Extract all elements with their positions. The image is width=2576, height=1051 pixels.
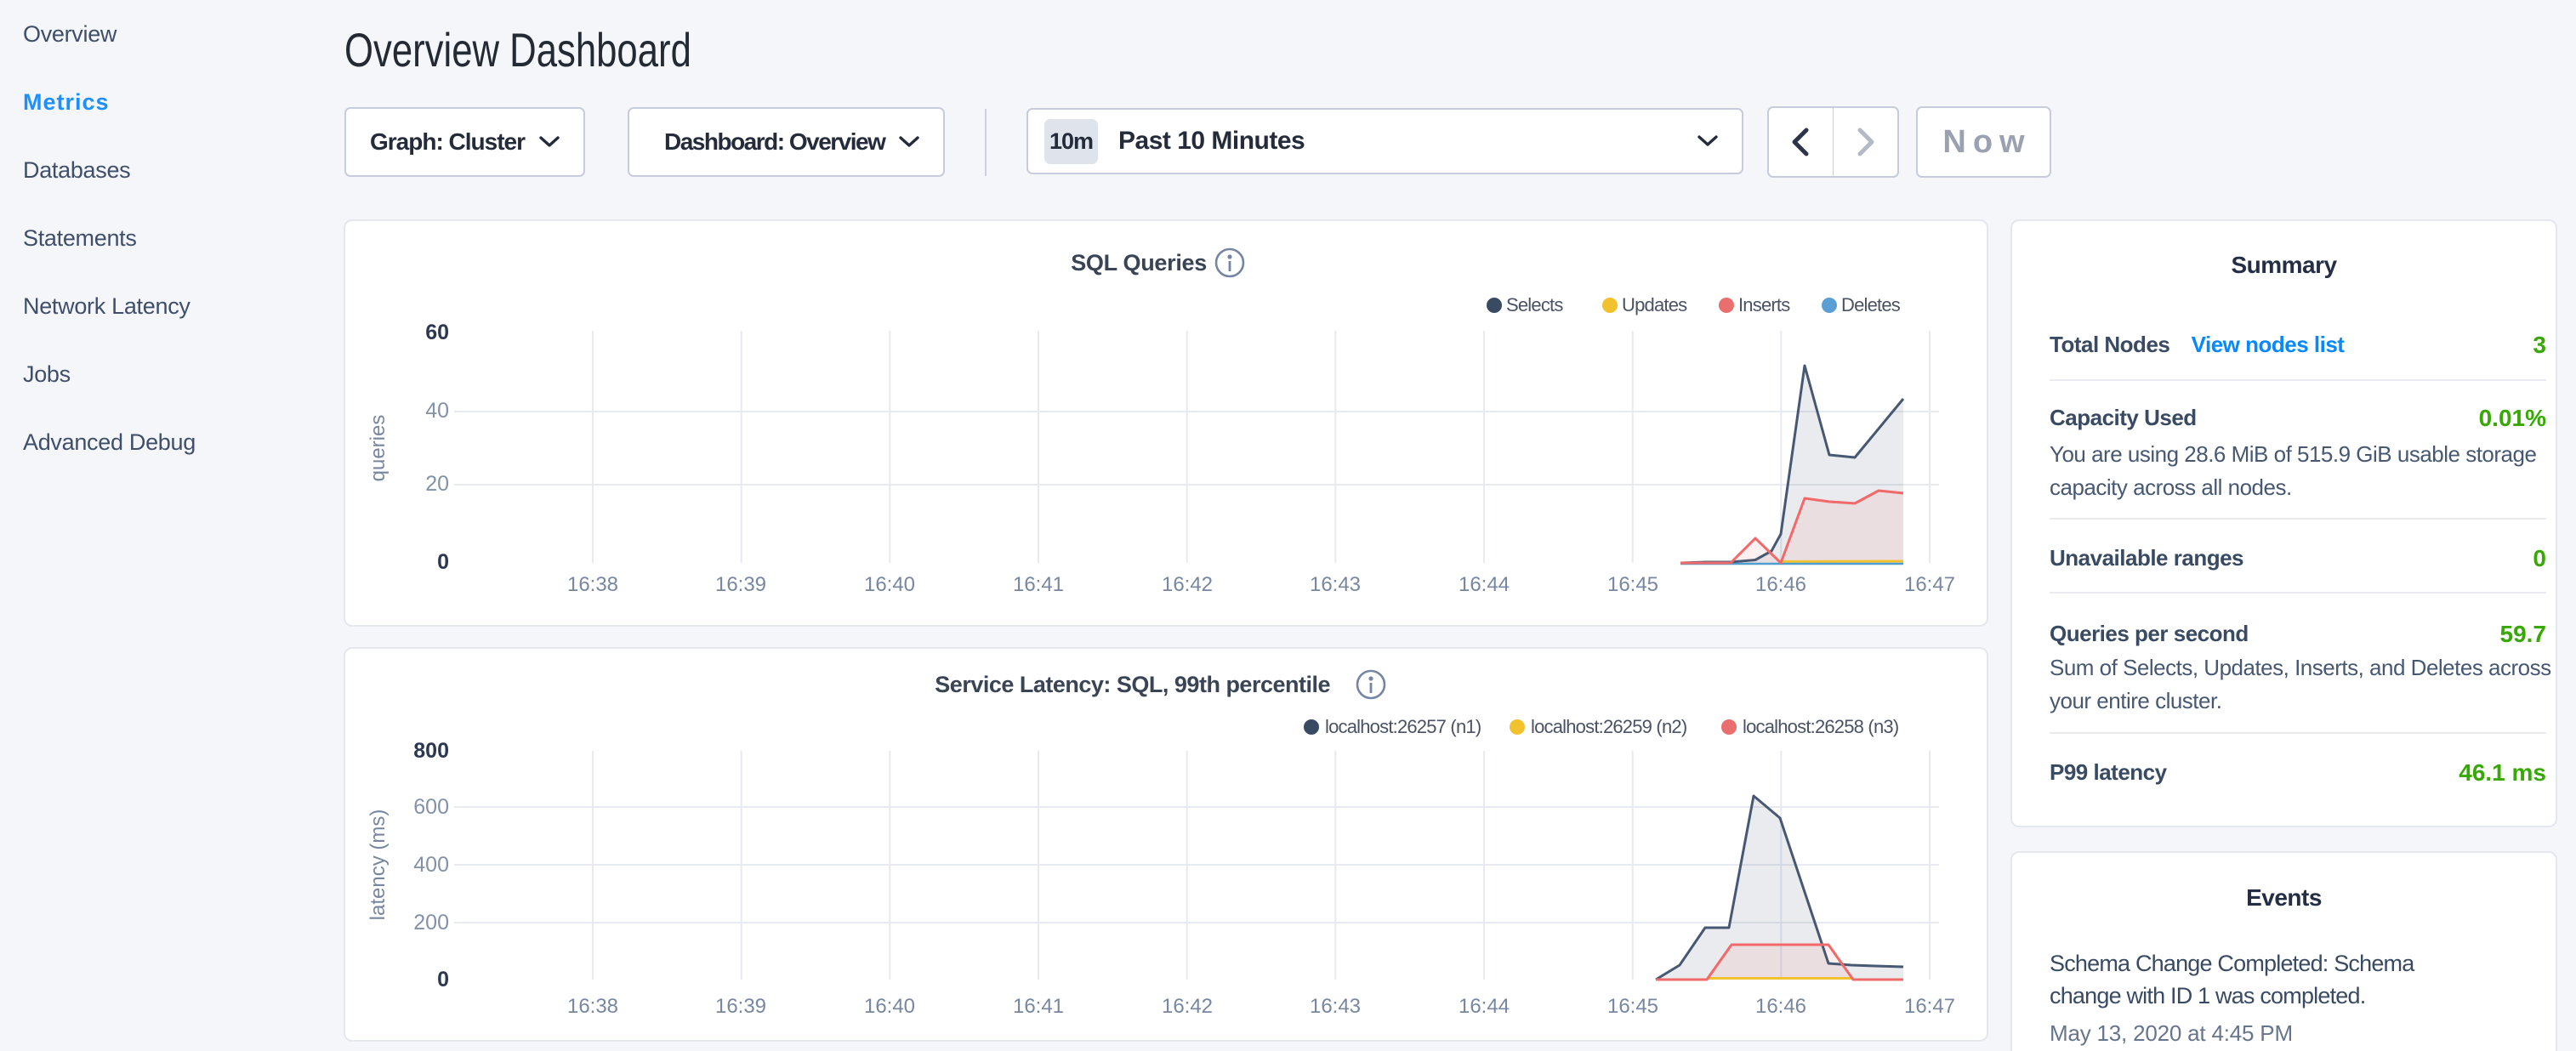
svg-text:16:45: 16:45 bbox=[1607, 995, 1658, 1018]
svg-text:Service Latency: SQL, 99th per: Service Latency: SQL, 99th percentile bbox=[935, 672, 1330, 697]
svg-text:16:47: 16:47 bbox=[1904, 995, 1955, 1018]
svg-text:16:40: 16:40 bbox=[864, 573, 915, 596]
svg-text:localhost:26258 (n3): localhost:26258 (n3) bbox=[1743, 716, 1898, 737]
svg-text:SQL Queries: SQL Queries bbox=[1071, 250, 1207, 276]
svg-text:queries: queries bbox=[367, 415, 390, 482]
svg-text:localhost:26259 (n2): localhost:26259 (n2) bbox=[1531, 716, 1686, 737]
svg-text:16:43: 16:43 bbox=[1310, 573, 1361, 596]
svg-text:16:46: 16:46 bbox=[1755, 573, 1806, 596]
svg-text:16:43: 16:43 bbox=[1310, 995, 1361, 1018]
svg-text:Inserts: Inserts bbox=[1738, 294, 1790, 315]
svg-text:16:45: 16:45 bbox=[1607, 573, 1658, 596]
svg-text:200: 200 bbox=[413, 911, 449, 935]
svg-text:600: 600 bbox=[413, 795, 449, 819]
svg-text:16:39: 16:39 bbox=[715, 995, 766, 1018]
svg-text:16:44: 16:44 bbox=[1459, 995, 1510, 1018]
svg-text:20: 20 bbox=[425, 472, 449, 496]
svg-text:16:38: 16:38 bbox=[567, 573, 618, 596]
svg-text:16:40: 16:40 bbox=[864, 995, 915, 1018]
svg-text:localhost:26257 (n1): localhost:26257 (n1) bbox=[1325, 716, 1481, 737]
svg-text:40: 40 bbox=[425, 399, 449, 423]
svg-text:16:44: 16:44 bbox=[1459, 573, 1510, 596]
svg-text:16:42: 16:42 bbox=[1162, 573, 1213, 596]
svg-text:0: 0 bbox=[437, 968, 449, 991]
svg-text:Selects: Selects bbox=[1506, 294, 1563, 315]
svg-text:0: 0 bbox=[437, 550, 449, 574]
svg-text:16:38: 16:38 bbox=[567, 995, 618, 1018]
svg-text:16:41: 16:41 bbox=[1013, 573, 1064, 596]
svg-text:16:42: 16:42 bbox=[1162, 995, 1213, 1018]
svg-text:16:47: 16:47 bbox=[1904, 573, 1955, 596]
svg-text:Deletes: Deletes bbox=[1841, 294, 1901, 315]
svg-text:800: 800 bbox=[413, 739, 449, 763]
svg-text:16:39: 16:39 bbox=[715, 573, 766, 596]
svg-text:400: 400 bbox=[413, 853, 449, 877]
svg-text:60: 60 bbox=[425, 321, 449, 344]
svg-text:16:46: 16:46 bbox=[1755, 995, 1806, 1018]
svg-text:latency (ms): latency (ms) bbox=[367, 810, 390, 921]
svg-text:Updates: Updates bbox=[1622, 294, 1687, 315]
svg-text:16:41: 16:41 bbox=[1013, 995, 1064, 1018]
